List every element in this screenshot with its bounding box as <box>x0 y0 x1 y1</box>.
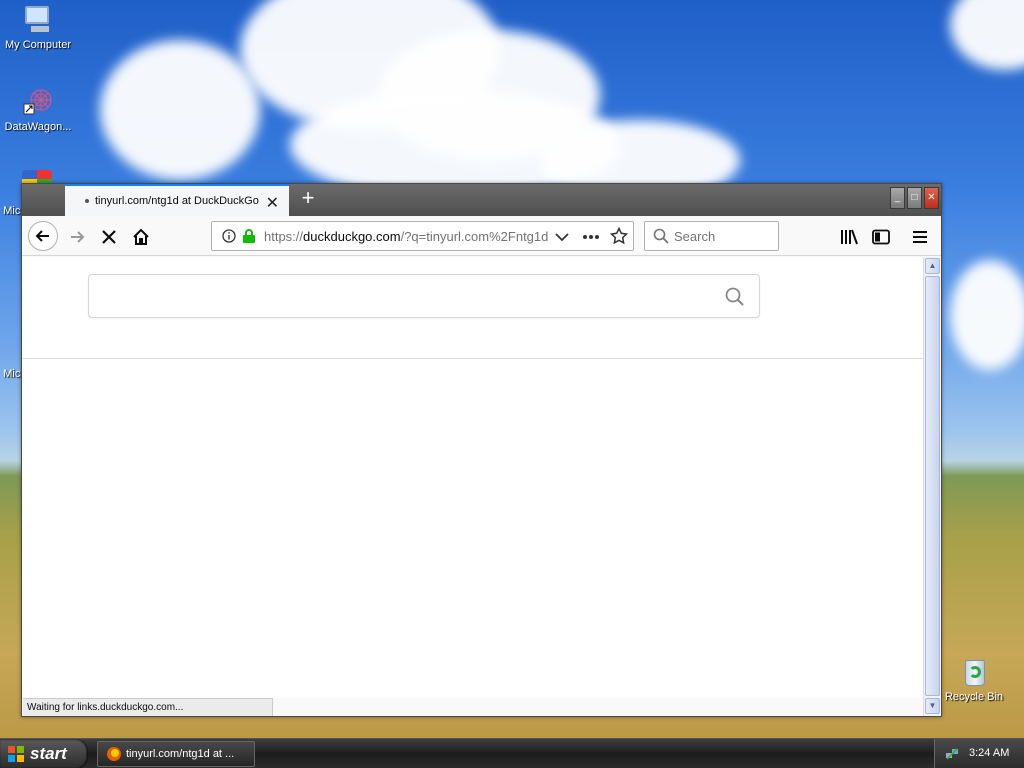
desktop-icon-label: DataWagon... <box>4 121 72 133</box>
navigation-toolbar: https://duckduckgo.com/?q=tinyurl.com%2F… <box>22 216 941 256</box>
forward-button[interactable] <box>64 224 90 250</box>
scroll-up-button[interactable]: ▲ <box>925 258 940 274</box>
taskbar-item-label: tinyurl.com/ntg1d at ... <box>126 748 235 760</box>
taskbar-item-browser[interactable]: tinyurl.com/ntg1d at ... <box>97 741 255 767</box>
browser-window: tinyurl.com/ntg1d at DuckDuckGo ✕ + _ □ … <box>21 183 942 717</box>
status-bar: Waiting for links.duckduckgo.com... <box>23 698 273 716</box>
chevron-down-icon[interactable] <box>555 232 569 242</box>
url-path: /?q=tinyurl.com%2Fntg1d <box>400 229 549 244</box>
firefox-icon <box>107 747 121 761</box>
menu-button[interactable] <box>907 224 933 250</box>
desktop-icon-datawagon[interactable]: DataWagon... <box>0 86 76 133</box>
desktop-icon-recycle-bin[interactable]: Recycle Bin <box>936 656 1012 703</box>
system-tray: 3:24 AM <box>934 739 1024 768</box>
sidebar-icon <box>872 229 890 245</box>
page-content <box>23 257 923 698</box>
header-divider <box>23 358 923 359</box>
scroll-down-button[interactable]: ▼ <box>925 698 940 714</box>
lock-icon[interactable] <box>242 228 256 244</box>
close-window-button[interactable]: ✕ <box>924 187 939 209</box>
new-tab-button[interactable]: + <box>296 187 320 211</box>
info-icon[interactable] <box>222 229 236 243</box>
recycle-bin-icon <box>957 656 991 688</box>
forward-arrow-icon <box>71 231 85 243</box>
network-icon[interactable] <box>945 747 959 761</box>
search-icon <box>653 228 669 244</box>
library-button[interactable] <box>836 224 862 250</box>
desktop-icon-label: Recycle Bin <box>944 691 1004 703</box>
url-text: https://duckduckgo.com/?q=tinyurl.com%2F… <box>264 229 554 244</box>
minimize-button[interactable]: _ <box>890 187 905 209</box>
url-scheme: https:// <box>264 229 304 244</box>
url-bar[interactable]: https://duckduckgo.com/?q=tinyurl.com%2F… <box>211 221 634 251</box>
back-arrow-icon <box>35 230 49 242</box>
desktop-icon-my-computer[interactable]: My Computer <box>0 4 76 51</box>
loading-indicator-icon <box>85 199 89 203</box>
clock: 3:24 AM <box>969 747 1010 759</box>
tab-bar: tinyurl.com/ntg1d at DuckDuckGo ✕ + _ □ … <box>22 184 941 216</box>
start-button[interactable]: start <box>0 739 88 768</box>
tab-active[interactable]: tinyurl.com/ntg1d at DuckDuckGo ✕ <box>65 184 289 216</box>
computer-icon <box>21 4 55 36</box>
start-label: start <box>30 744 67 763</box>
search-placeholder: Search <box>674 229 716 244</box>
window-controls: _ □ ✕ <box>890 187 939 209</box>
home-button[interactable] <box>128 224 154 250</box>
desktop-icon-label: My Computer <box>4 39 72 51</box>
datawagon-icon <box>21 86 55 118</box>
maximize-button[interactable]: □ <box>907 187 922 209</box>
search-magnifier-icon[interactable] <box>725 287 745 307</box>
windows-logo-icon <box>8 746 24 762</box>
scroll-thumb[interactable] <box>925 276 940 696</box>
search-input[interactable]: Search <box>644 221 779 251</box>
vertical-scrollbar[interactable]: ▲ ▼ <box>923 257 940 716</box>
back-button[interactable] <box>28 221 58 251</box>
home-icon <box>133 228 149 245</box>
tab-close-icon[interactable]: ✕ <box>266 193 279 213</box>
duckduckgo-search-field[interactable] <box>88 274 760 318</box>
taskbar: start tinyurl.com/ntg1d at ... 3:24 AM <box>0 738 1024 768</box>
library-icon <box>841 229 858 245</box>
bookmark-star-icon[interactable] <box>610 227 628 245</box>
sidebar-button[interactable] <box>868 224 894 250</box>
page-actions-icon[interactable] <box>582 234 600 240</box>
tab-title: tinyurl.com/ntg1d at DuckDuckGo <box>95 195 259 207</box>
stop-button[interactable] <box>96 224 122 250</box>
stop-x-icon <box>102 230 116 244</box>
hamburger-menu-icon <box>913 231 927 243</box>
url-domain: duckduckgo.com <box>303 229 401 244</box>
